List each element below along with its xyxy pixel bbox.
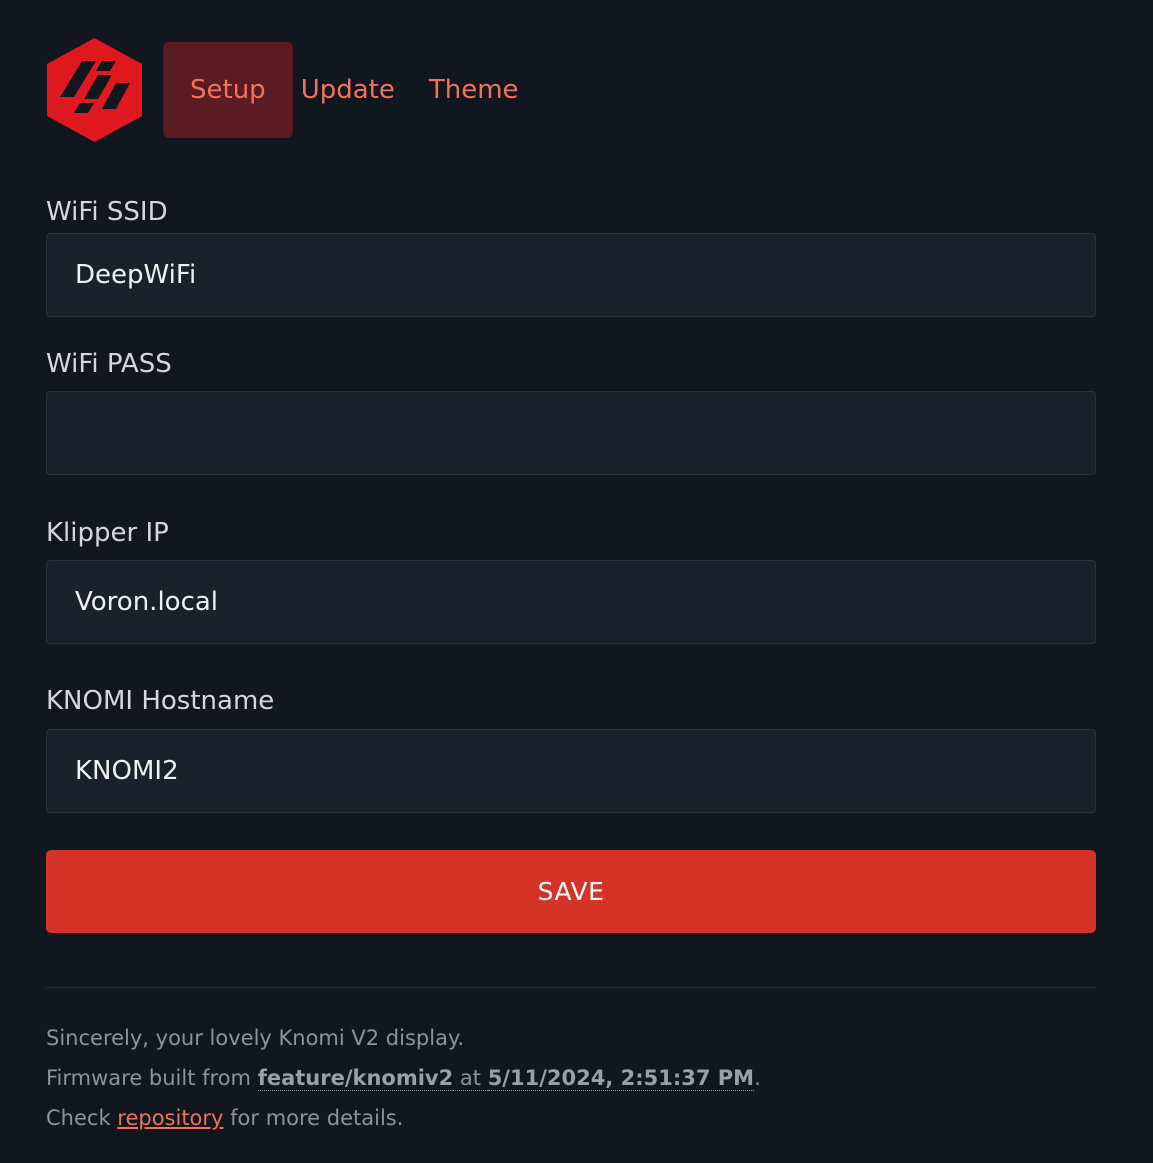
build-mid: at	[453, 1066, 488, 1091]
tab-update[interactable]: Update	[301, 42, 412, 138]
klipper-ip-input[interactable]	[46, 560, 1096, 644]
main-nav: Setup Update Theme	[163, 42, 536, 138]
build-prefix: Firmware built from	[46, 1066, 258, 1090]
wifi-ssid-label: WiFi SSID	[46, 197, 168, 227]
page: Setup Update Theme WiFi SSID WiFi PASS K…	[0, 0, 1153, 1163]
wifi-pass-label: WiFi PASS	[46, 349, 172, 379]
footer-repo-line: Check repository for more details.	[46, 1098, 761, 1138]
save-button[interactable]: SAVE	[46, 850, 1096, 933]
footer-signature: Sincerely, your lovely Knomi V2 display.	[46, 1026, 465, 1050]
tab-theme[interactable]: Theme	[412, 42, 536, 138]
build-branch: feature/knomiv2	[257, 1066, 454, 1091]
knomi-hostname-label: KNOMI Hostname	[46, 686, 275, 716]
build-suffix: .	[754, 1066, 761, 1090]
knomi-hexagon-logo-icon[interactable]	[46, 37, 143, 143]
repo-suffix: for more details.	[223, 1106, 404, 1130]
repo-prefix: Check	[46, 1106, 118, 1130]
wifi-ssid-input[interactable]	[46, 233, 1096, 317]
repository-link[interactable]: repository	[117, 1106, 223, 1130]
tab-setup[interactable]: Setup	[163, 42, 293, 138]
klipper-ip-label: Klipper IP	[46, 518, 169, 548]
header: Setup Update Theme	[46, 38, 536, 142]
knomi-hostname-input[interactable]	[46, 729, 1096, 813]
divider	[46, 987, 1096, 988]
build-time: 5/11/2024, 2:51:37 PM	[487, 1066, 755, 1091]
footer-build-info: Firmware built from feature/knomiv2 at 5…	[46, 1058, 761, 1098]
footer: Sincerely, your lovely Knomi V2 display.…	[46, 1018, 761, 1138]
wifi-pass-input[interactable]	[46, 391, 1096, 475]
